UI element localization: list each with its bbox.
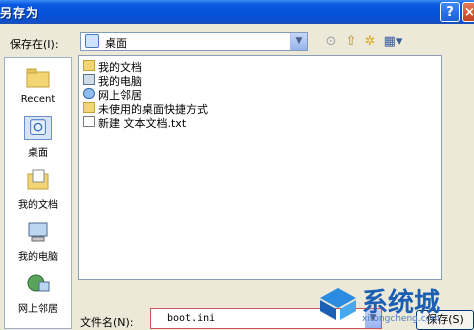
new-folder-icon[interactable]: ✲ (361, 33, 379, 50)
my-computer-icon (83, 74, 95, 85)
my-documents-icon (27, 169, 49, 190)
network-icon (83, 88, 95, 99)
place-my-computer[interactable]: 我的电脑 (5, 214, 71, 270)
my-computer-icon (28, 222, 48, 242)
up-folder-icon[interactable]: ⇧ (342, 33, 360, 50)
folder-icon (83, 102, 95, 113)
filename-label: 文件名(N): (80, 316, 134, 329)
watermark-logo-icon (320, 288, 356, 320)
place-recent[interactable]: Recent (5, 60, 71, 116)
help-button[interactable]: ? (440, 2, 460, 22)
place-network[interactable]: 网上邻居 (5, 266, 71, 322)
file-name: 新建 文本文档.txt (98, 117, 187, 130)
places-bar: Recent 桌面 我的文档 我的电脑 网上邻居 (4, 57, 72, 329)
place-label: 桌面 (28, 148, 48, 159)
save-in-label: 保存在(I): (10, 38, 59, 51)
place-label: 我的电脑 (18, 252, 58, 263)
file-list[interactable]: 我的文档 我的电脑 网上邻居 未使用的桌面快捷方式 新建 文本文档.txt (78, 55, 442, 280)
place-label: Recent (20, 94, 56, 105)
place-label: 网上邻居 (18, 304, 58, 315)
place-desktop[interactable]: 桌面 (5, 110, 71, 166)
recent-folder-icon (26, 68, 50, 88)
desktop-icon (85, 34, 99, 48)
watermark: 系统城 xitongcheng.com (318, 280, 474, 329)
views-menu-icon[interactable]: ▦▾ (382, 33, 404, 50)
chevron-down-icon[interactable]: ▼ (290, 33, 307, 50)
filename-value: boot.ini (167, 313, 216, 324)
back-arrow-icon[interactable]: ⊙ (322, 33, 340, 50)
my-documents-icon (83, 60, 95, 71)
place-my-documents[interactable]: 我的文档 (5, 162, 71, 218)
window-title: 另存为 (0, 6, 40, 20)
text-file-icon (83, 116, 95, 127)
close-button[interactable]: × (462, 2, 474, 22)
desktop-icon (24, 116, 52, 140)
place-label: 我的文档 (18, 200, 58, 211)
save-in-combobox[interactable]: 桌面 ▼ (80, 32, 308, 51)
save-in-value: 桌面 (105, 37, 127, 50)
watermark-url: xitongcheng.com (362, 314, 440, 324)
network-icon (27, 274, 50, 292)
title-bar: 另存为 ? × (0, 0, 474, 24)
